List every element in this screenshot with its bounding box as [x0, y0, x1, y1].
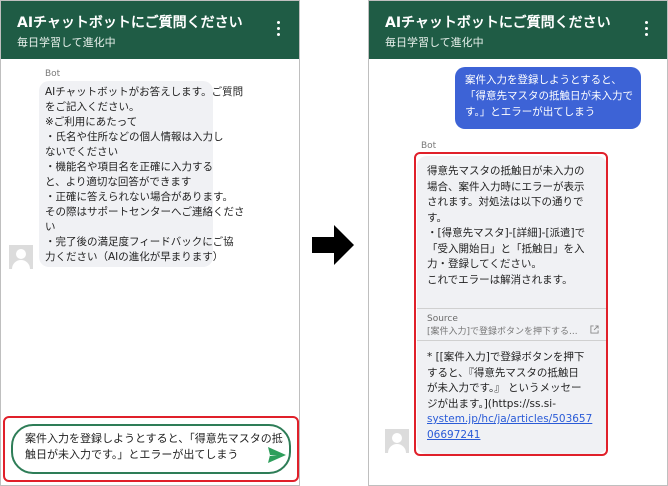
- message-line: ※ご利用にあたって: [45, 116, 138, 128]
- message-line: す。」とエラーが出てしまう: [465, 106, 596, 118]
- chat-title: AIチャットボットにご質問ください: [17, 15, 243, 31]
- message-line: AIチャットボットがお答えします。ご質問: [45, 86, 244, 98]
- message-line: ・機能名や項目名を正確に入力する: [45, 161, 213, 173]
- input-line: 触日が未入力です。」とエラーが出てしまう: [25, 448, 239, 461]
- input-line: 案件入力を登録しようとすると、「得意先マスタの抵: [25, 432, 283, 445]
- message-line: ・完了後の満足度フィードバックにご協: [45, 236, 234, 248]
- message-line: 力ください（AIの進化が早まります）: [45, 251, 224, 263]
- message-line: 「得意先マスタの抵触日が未入力で: [465, 90, 633, 102]
- more-menu-icon[interactable]: [277, 21, 281, 37]
- message-line: その際はサポートセンターへご連絡くださ: [45, 206, 245, 218]
- chat-header: AIチャットボットにご質問ください 毎日学習して進化中: [1, 1, 299, 59]
- user-message: 案件入力を登録しようとすると、 「得意先マスタの抵触日が未入力で す。」とエラー…: [455, 67, 641, 129]
- message-line: い: [45, 221, 56, 233]
- message-line: ないでください: [45, 146, 119, 158]
- send-icon[interactable]: [267, 446, 287, 464]
- chat-header: AIチャットボットにご質問ください 毎日学習して進化中: [369, 1, 667, 59]
- message-line: ・正確に答えられない場合があります。: [45, 191, 233, 203]
- message-line: 案件入力を登録しようとすると、: [465, 74, 622, 86]
- right-arrow-icon: [312, 225, 354, 265]
- chat-subtitle: 毎日学習して進化中: [385, 36, 484, 49]
- bot-label: Bot: [45, 69, 61, 79]
- bot-avatar: [9, 245, 33, 269]
- bot-avatar: [385, 429, 409, 453]
- chat-subtitle: 毎日学習して進化中: [17, 36, 116, 49]
- message-line: をご記入ください。: [45, 101, 140, 113]
- answer-highlight-box: [414, 152, 608, 456]
- message-line: と、より適切な回答ができます: [45, 176, 192, 188]
- bot-welcome-message: AIチャットボットがお答えします。ご質問 をご記入ください。 ※ご利用にあたって…: [39, 81, 245, 267]
- bot-label: Bot: [421, 141, 437, 151]
- chat-panel-before: AIチャットボットにご質問ください 毎日学習して進化中 Bot AIチャットボッ…: [0, 0, 300, 486]
- message-input-text[interactable]: 案件入力を登録しようとすると、「得意先マスタの抵 触日が未入力です。」とエラーが…: [25, 431, 283, 463]
- chat-title: AIチャットボットにご質問ください: [385, 15, 611, 31]
- more-menu-icon[interactable]: [645, 21, 649, 37]
- message-line: ・氏名や住所などの個人情報は入力し: [45, 131, 224, 143]
